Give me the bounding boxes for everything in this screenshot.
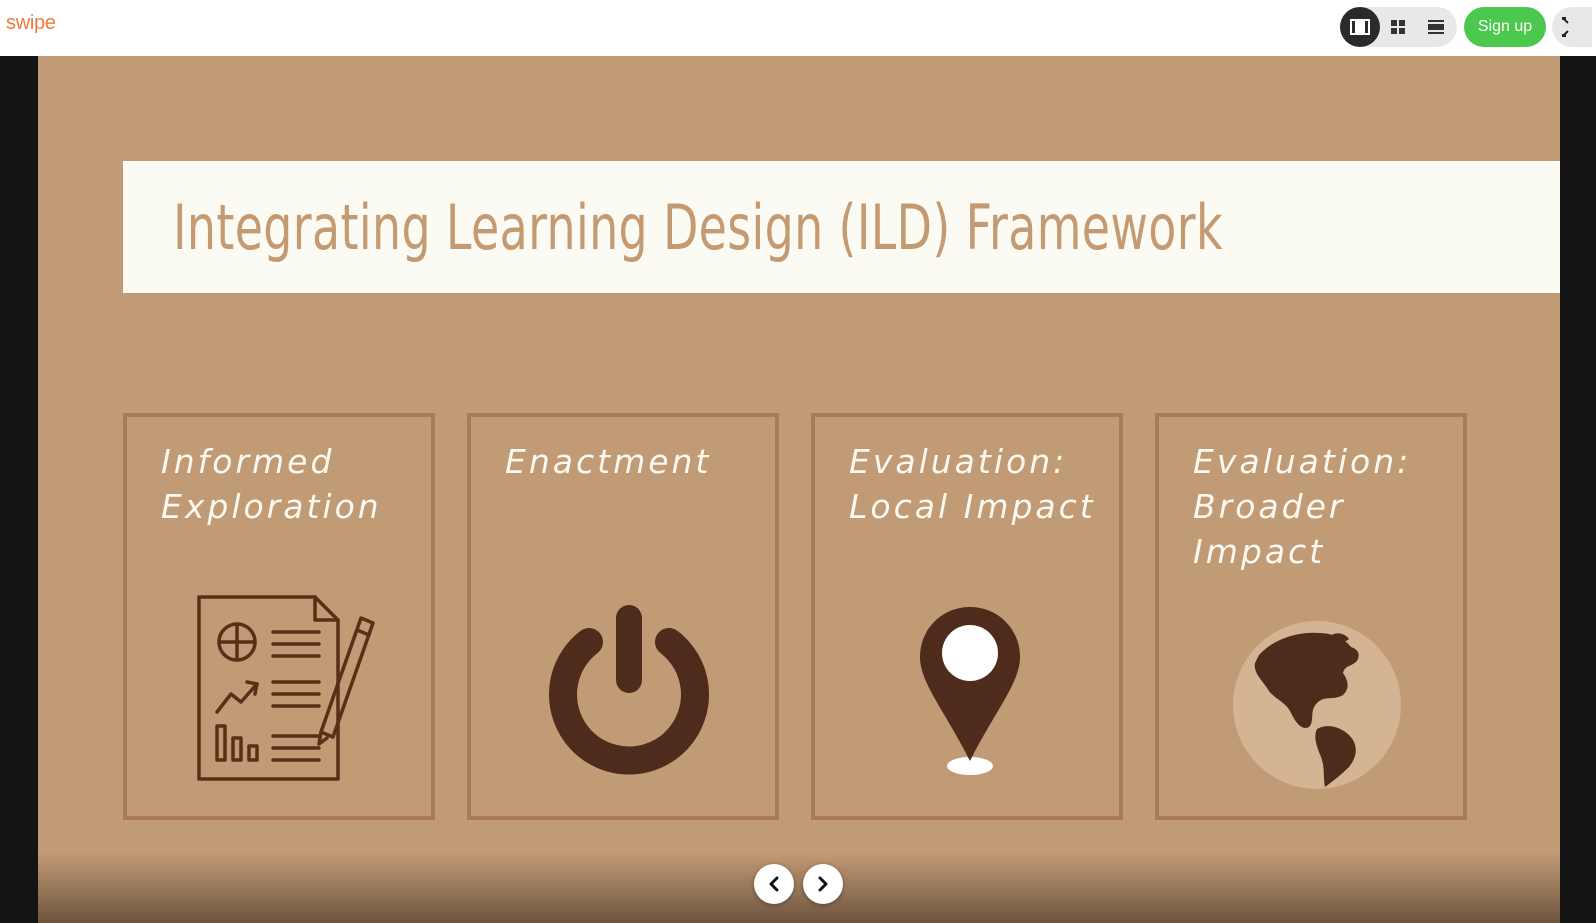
power-icon <box>549 605 709 775</box>
swipe-logo[interactable]: swipe <box>6 12 56 35</box>
scroll-view-button[interactable] <box>1416 7 1456 47</box>
title-band: Integrating Learning Design (ILD) Framew… <box>123 161 1560 293</box>
presentation-slide: Integrating Learning Design (ILD) Framew… <box>38 56 1560 923</box>
card-informed-exploration: Informed Exploration <box>123 413 435 820</box>
expand-icon <box>1562 17 1569 37</box>
next-slide-button[interactable] <box>803 864 843 904</box>
grid-view-button[interactable] <box>1378 7 1418 47</box>
slide-title: Integrating Learning Design (ILD) Framew… <box>173 191 1223 264</box>
chevron-right-icon <box>818 876 828 892</box>
left-gutter <box>0 56 38 923</box>
single-slide-view-icon <box>1350 19 1370 35</box>
card-title: Evaluation: Broader Impact <box>1193 442 1412 571</box>
bottom-gradient <box>38 853 1560 923</box>
right-gutter <box>1560 56 1596 923</box>
fullscreen-button[interactable] <box>1552 7 1592 47</box>
report-document-icon <box>197 595 375 781</box>
chevron-left-icon <box>769 876 779 892</box>
grid-view-icon <box>1391 20 1405 34</box>
card-evaluation-broader-impact: Evaluation: Broader Impact <box>1155 413 1467 820</box>
card-title: Enactment <box>505 442 712 481</box>
single-slide-view-button[interactable] <box>1340 7 1380 47</box>
card-evaluation-local-impact: Evaluation: Local Impact <box>811 413 1123 820</box>
globe-icon <box>1233 621 1401 789</box>
card-enactment: Enactment <box>467 413 779 820</box>
card-title: Evaluation: Local Impact <box>849 442 1096 526</box>
location-pin-icon <box>920 607 1020 775</box>
card-title: Informed Exploration <box>161 442 382 526</box>
scroll-view-icon <box>1428 20 1444 34</box>
sign-up-button[interactable]: Sign up <box>1464 7 1546 47</box>
top-bar: swipe Sign up <box>0 0 1596 56</box>
previous-slide-button[interactable] <box>754 864 794 904</box>
view-mode-switcher <box>1340 7 1457 47</box>
